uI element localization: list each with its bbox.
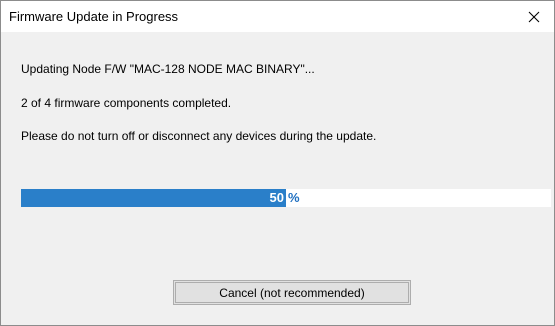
progress-bar: 50 % [21, 189, 551, 207]
window-title: Firmware Update in Progress [9, 9, 179, 24]
close-button[interactable] [514, 1, 554, 32]
cancel-button[interactable]: Cancel (not recommended) [173, 280, 411, 305]
progress-percent-value: 50 [269, 190, 284, 205]
components-status: 2 of 4 firmware components completed. [21, 96, 232, 110]
progress-bar-fill [21, 189, 286, 207]
progress-percent-unit: % [288, 190, 300, 205]
title-bar: Firmware Update in Progress [1, 1, 554, 32]
firmware-update-dialog: Firmware Update in Progress Updating Nod… [0, 0, 555, 326]
warning-message: Please do not turn off or disconnect any… [21, 129, 377, 143]
close-icon [528, 11, 540, 23]
updating-message: Updating Node F/W "MAC-128 NODE MAC BINA… [21, 62, 315, 76]
